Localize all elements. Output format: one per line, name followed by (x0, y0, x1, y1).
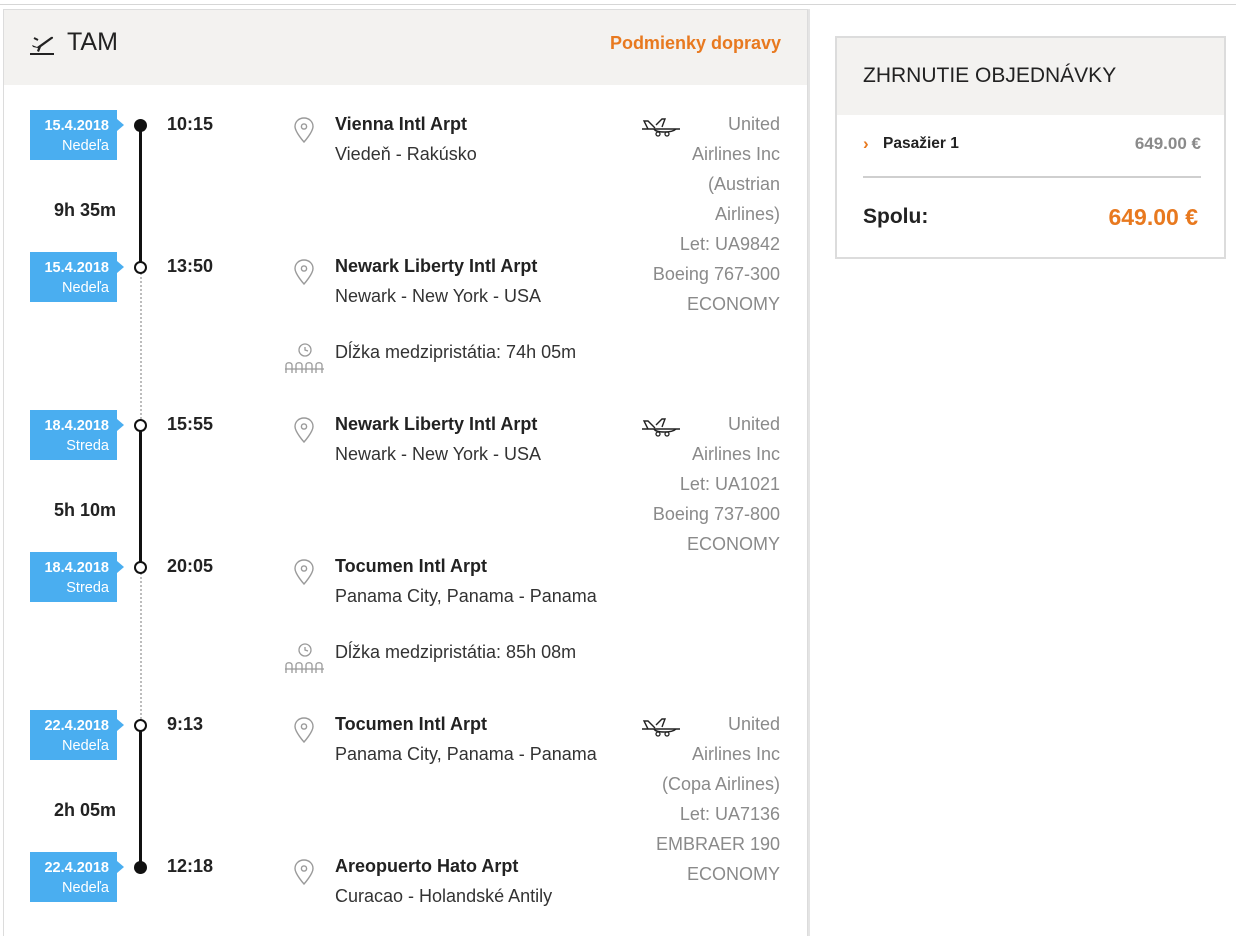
location-pin-icon (293, 259, 315, 290)
date-badge: 18.4.2018 Streda (30, 410, 124, 460)
date-badge: 18.4.2018 Streda (30, 552, 124, 602)
arrival-airport: Tocumen Intl Arpt (335, 556, 487, 576)
transport-conditions-link[interactable]: Podmienky dopravy (610, 33, 781, 54)
departure-time: 9:13 (167, 714, 204, 734)
flight-duration: 9h 35m (53, 200, 116, 220)
timeline-dot (134, 419, 147, 432)
arrival-airport: Newark Liberty Intl Arpt (335, 256, 538, 276)
flight-info-line: United (727, 414, 780, 434)
date-text: 18.4.2018 (44, 418, 109, 434)
flight-duration: 5h 10m (53, 500, 116, 520)
departure-city: Newark - New York - USA (335, 444, 542, 464)
weekday-text: Nedeľa (62, 738, 109, 754)
top-border (0, 4, 1236, 5)
flight-info-line: Airlines Inc (691, 744, 780, 764)
departure-time: 10:15 (167, 114, 214, 134)
flight-info-line: United (727, 114, 780, 134)
arrival-time: 13:50 (167, 256, 214, 276)
direction-title: TAM (67, 28, 118, 56)
date-text: 15.4.2018 (44, 260, 109, 276)
flight-info-line: Boeing 737-800 (652, 504, 780, 524)
date-text: 22.4.2018 (44, 718, 109, 734)
arrival-airport: Areopuerto Hato Arpt (335, 856, 519, 876)
flight-info-line: Boeing 767-300 (652, 264, 780, 284)
flight-info-line: Airlines Inc (691, 144, 780, 164)
location-pin-icon (293, 559, 315, 590)
arrival-time: 20:05 (167, 556, 214, 576)
date-text: 15.4.2018 (44, 118, 109, 134)
panel-divider (808, 9, 810, 936)
total-label: Spolu: (863, 205, 929, 228)
flight-line (139, 725, 142, 867)
flight-info-line: ECONOMY (686, 864, 780, 884)
timeline-dot (134, 119, 147, 132)
weekday-text: Streda (66, 438, 109, 454)
flight-info-line: (Copa Airlines) (661, 774, 780, 794)
summary-divider (863, 176, 1201, 178)
location-pin-icon (293, 717, 315, 748)
timeline-dot (134, 719, 147, 732)
flight-info-line: (Austrian (707, 174, 780, 194)
flight-info: United Airlines Inc (Copa Airlines) Let:… (610, 709, 780, 889)
layover-duration: Dĺžka medzipristátia: 74h 05m (335, 342, 577, 362)
arrival-city: Newark - New York - USA (335, 286, 542, 306)
flight-info-line: Let: UA1021 (679, 474, 780, 494)
location-pin-icon (293, 117, 315, 148)
departure-time: 15:55 (167, 414, 214, 434)
passenger-row[interactable]: › Pasažier 1 649.00 € (863, 134, 1201, 158)
departure-city: Viedeň - Rakúsko (335, 144, 477, 164)
location-pin-icon (293, 859, 315, 890)
weekday-text: Streda (66, 580, 109, 596)
chevron-right-icon: › (863, 134, 869, 153)
arrival-city: Panama City, Panama - Panama (335, 586, 597, 606)
total-value: 649.00 € (1108, 204, 1198, 230)
flight-duration: 2h 05m (53, 800, 116, 820)
flight-info-line: EMBRAER 190 (655, 834, 780, 854)
date-text: 18.4.2018 (44, 560, 109, 576)
departure-airport: Tocumen Intl Arpt (335, 714, 487, 734)
flight-info-line: Let: UA9842 (679, 234, 780, 254)
flight-info-line: ECONOMY (686, 534, 780, 554)
date-badge: 22.4.2018 Nedeľa (30, 852, 124, 902)
flight-info-line: Airlines Inc (691, 444, 780, 464)
date-badge: 15.4.2018 Nedeľa (30, 252, 124, 302)
summary-title: ZHRNUTIE OBJEDNÁVKY (837, 38, 1224, 115)
plane-takeoff-icon (28, 28, 56, 61)
layover-line (140, 273, 142, 419)
flight-info-line: Let: UA7136 (679, 804, 780, 824)
flight-info-line: ECONOMY (686, 294, 780, 314)
order-summary: ZHRNUTIE OBJEDNÁVKY › Pasažier 1 649.00 … (835, 36, 1226, 259)
departure-city: Panama City, Panama - Panama (335, 744, 597, 764)
flight-line (139, 125, 142, 267)
flight-info-line: Airlines) (714, 204, 780, 224)
departure-airport: Newark Liberty Intl Arpt (335, 414, 538, 434)
timeline-dot (134, 861, 147, 874)
weekday-text: Nedeľa (62, 280, 109, 296)
waiting-room-icon (284, 341, 326, 380)
arrival-time: 12:18 (167, 856, 214, 876)
date-badge: 22.4.2018 Nedeľa (30, 710, 124, 760)
passenger-price: 649.00 € (1134, 134, 1201, 153)
weekday-text: Nedeľa (62, 880, 109, 896)
timeline-dot (134, 561, 147, 574)
timeline-dot (134, 261, 147, 274)
flight-line (139, 425, 142, 567)
arrival-city: Curacao - Holandské Antily (335, 886, 553, 906)
departure-airport: Vienna Intl Arpt (335, 114, 468, 134)
layover-duration: Dĺžka medzipristátia: 85h 08m (335, 642, 577, 662)
date-text: 22.4.2018 (44, 860, 109, 876)
flight-info: United Airlines Inc (Austrian Airlines) … (610, 109, 780, 319)
layover-line (140, 573, 142, 719)
weekday-text: Nedeľa (62, 138, 109, 154)
passenger-label: Pasažier 1 (883, 135, 959, 152)
flight-info-line: United (727, 714, 780, 734)
waiting-room-icon (284, 641, 326, 680)
itinerary-header: TAM Podmienky dopravy (4, 10, 807, 85)
date-badge: 15.4.2018 Nedeľa (30, 110, 124, 160)
flight-info: United Airlines Inc Let: UA1021 Boeing 7… (610, 409, 780, 559)
location-pin-icon (293, 417, 315, 448)
